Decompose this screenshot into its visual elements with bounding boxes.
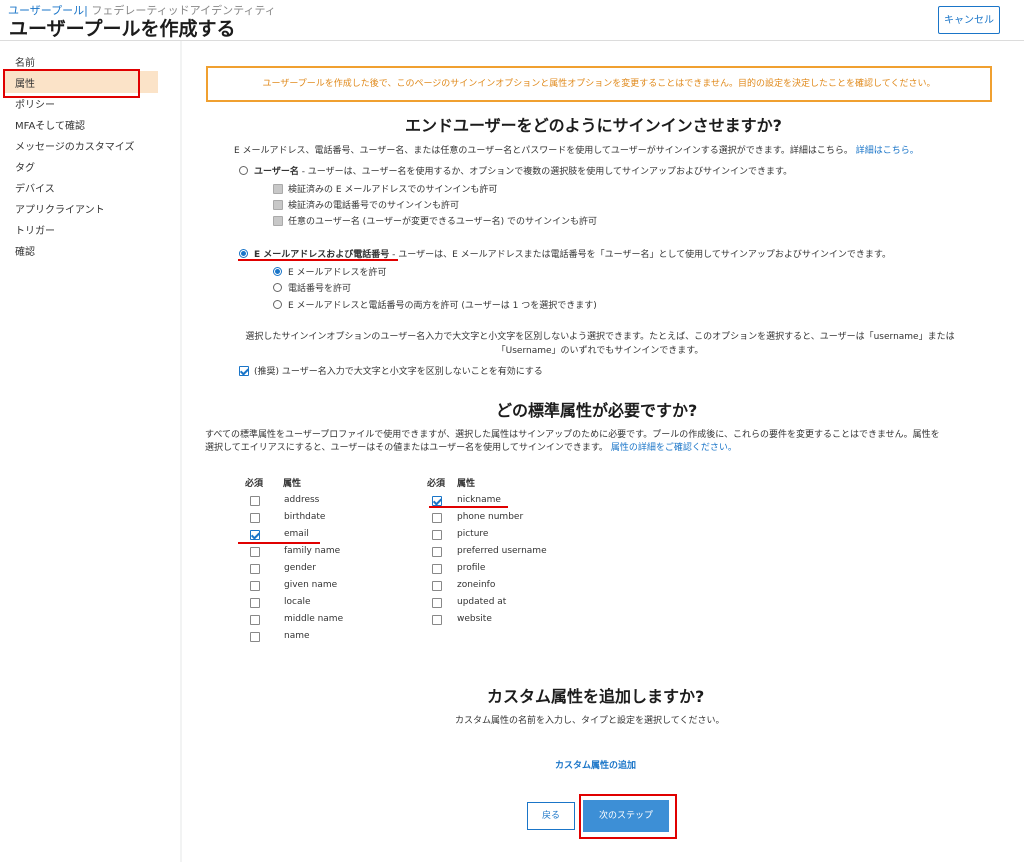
annotation-box-next-step [579, 794, 677, 839]
allow-verified-email-label: 検証済みの E メールアドレスでのサインインも許可 [288, 185, 498, 195]
warning-banner: ユーザープールを作成した後で、このページのサインインオプションと属性オプションを… [206, 66, 992, 102]
username-option-desc: - ユーザーは、ユーザー名を使用するか、オプションで複数の選択肢を使用してサイン… [298, 167, 793, 177]
attribute-family-name: family name [284, 546, 341, 556]
cancel-button[interactable]: キャンセル [938, 6, 1000, 34]
attribute-given-name: given name [284, 580, 338, 590]
case-note-line-1: 選択したサインインオプションのユーザー名入力で大文字と小文字を区別しないよう選択… [245, 332, 955, 342]
column-required-left: 必須 [245, 479, 264, 489]
allow-email-label: E メールアドレスを許可 [288, 268, 387, 278]
required-checkbox-address[interactable] [250, 496, 260, 506]
username-option-label: ユーザー名 [254, 167, 299, 177]
allow-both-radio[interactable] [273, 300, 282, 309]
required-checkbox-profile[interactable] [432, 564, 442, 574]
attribute-zoneinfo: zoneinfo [457, 580, 496, 590]
required-checkbox-updated-at[interactable] [432, 598, 442, 608]
attribute-nickname: nickname [457, 495, 501, 505]
custom-attributes-heading: カスタム属性を追加しますか? [487, 687, 705, 706]
custom-attributes-desc: カスタム属性の名前を入力し、タイプと設定を選択してください。 [455, 716, 725, 726]
attributes-intro-line-2: 選択してエイリアスにすると、ユーザーはその値またはユーザー名を使用してサインイン… [205, 440, 737, 453]
sidebar-item-name[interactable]: 名前 [15, 54, 35, 69]
attributes-intro-text: 選択してエイリアスにすると、ユーザーはその値またはユーザー名を使用してサインイン… [205, 443, 608, 453]
column-attribute-right: 属性 [457, 479, 476, 489]
column-required-right: 必須 [427, 479, 446, 489]
sidebar-item-review[interactable]: 確認 [15, 243, 35, 258]
required-checkbox-picture[interactable] [432, 530, 442, 540]
annotation-underline-nickname [429, 506, 508, 508]
page-title: ユーザープールを作成する [9, 18, 236, 40]
email-phone-radio[interactable] [239, 249, 248, 258]
attribute-email: email [284, 529, 309, 539]
case-sensitivity-note: 選択したサインインオプションのユーザー名入力で大文字と小文字を区別しないよう選択… [200, 330, 1000, 358]
add-custom-attribute-link[interactable]: カスタム属性の追加 [555, 758, 636, 771]
required-checkbox-middle-name[interactable] [250, 615, 260, 625]
required-checkbox-nickname[interactable] [432, 496, 442, 506]
attribute-phone-number: phone number [457, 512, 524, 522]
signin-heading: エンドユーザーをどのようにサインインさせますか? [405, 116, 782, 135]
annotation-underline-email-phone [238, 259, 398, 261]
required-checkbox-phone-number[interactable] [432, 513, 442, 523]
allow-verified-phone-label: 検証済みの電話番号でのサインインも許可 [288, 201, 460, 211]
required-checkbox-email[interactable] [250, 530, 260, 540]
required-checkbox-zoneinfo[interactable] [432, 581, 442, 591]
attribute-locale: locale [284, 597, 311, 607]
annotation-underline-email [238, 542, 320, 544]
attribute-name: name [284, 631, 310, 641]
learn-more-link[interactable]: 詳細はこちら。 [856, 146, 919, 156]
sidebar-item-triggers[interactable]: トリガー [15, 222, 55, 237]
required-checkbox-given-name[interactable] [250, 581, 260, 591]
required-checkbox-name[interactable] [250, 632, 260, 642]
attribute-address: address [284, 495, 320, 505]
required-checkbox-gender[interactable] [250, 564, 260, 574]
attributes-intro-line-1: すべての標準属性をユーザープロファイルで使用できますが、選択した属性はサインアッ… [205, 430, 940, 440]
attribute-preferred-username: preferred username [457, 546, 547, 556]
sidebar-item-messages[interactable]: メッセージのカスタマイズ [15, 138, 135, 153]
allow-phone-label: 電話番号を許可 [288, 284, 352, 294]
username-option: ユーザー名 - ユーザーは、ユーザー名を使用するか、オプションで複数の選択肢を使… [254, 164, 792, 177]
allow-phone-radio[interactable] [273, 283, 282, 292]
case-note-line-2: 「Username」のいずれでもサインインできます。 [496, 346, 704, 356]
attribute-gender: gender [284, 563, 316, 573]
email-phone-option-desc: - ユーザーは、E メールアドレスまたは電話番号を「ユーザー名」として使用してサ… [389, 250, 892, 260]
attribute-profile: profile [457, 563, 486, 573]
back-button[interactable]: 戻る [527, 802, 575, 830]
attributes-details-link[interactable]: 属性の詳細をご確認ください。 [611, 443, 737, 453]
allow-preferred-username-checkbox[interactable] [273, 216, 283, 226]
required-checkbox-preferred-username[interactable] [432, 547, 442, 557]
attribute-website: website [457, 614, 492, 624]
sidebar-item-app-clients[interactable]: アプリクライアント [15, 201, 105, 216]
annotation-box-attributes [3, 69, 140, 98]
required-checkbox-birthdate[interactable] [250, 513, 260, 523]
required-checkbox-website[interactable] [432, 615, 442, 625]
page-header: ユーザープール| フェデレーティッドアイデンティティ ユーザープールを作成する … [0, 0, 1024, 41]
attribute-middle-name: middle name [284, 614, 344, 624]
allow-preferred-username-label: 任意のユーザー名 (ユーザーが変更できるユーザー名) でのサインインも許可 [288, 217, 598, 227]
sidebar-item-policies[interactable]: ポリシー [15, 96, 55, 111]
allow-verified-email-checkbox[interactable] [273, 184, 283, 194]
allow-email-radio[interactable] [273, 267, 282, 276]
allow-both-label: E メールアドレスと電話番号の両方を許可 (ユーザーは 1 つを選択できます) [288, 301, 597, 311]
attribute-updated-at: updated at [457, 597, 507, 607]
sidebar-item-devices[interactable]: デバイス [15, 180, 55, 195]
attribute-birthdate: birthdate [284, 512, 326, 522]
sidebar-item-mfa[interactable]: MFAそして確認 [15, 117, 85, 132]
attributes-heading: どの標準属性が必要ですか? [496, 401, 698, 420]
attribute-picture: picture [457, 529, 489, 539]
column-attribute-left: 属性 [283, 479, 302, 489]
allow-verified-phone-checkbox[interactable] [273, 200, 283, 210]
sidebar-item-tags[interactable]: タグ [15, 159, 35, 174]
case-insensitive-checkbox[interactable] [239, 366, 249, 376]
case-insensitive-label: (推奨) ユーザー名入力で大文字と小文字を区別しないことを有効にする [254, 367, 543, 377]
username-radio[interactable] [239, 166, 248, 175]
required-checkbox-locale[interactable] [250, 598, 260, 608]
signin-intro: E メールアドレス、電話番号、ユーザー名、または任意のユーザー名とパスワードを使… [234, 143, 919, 156]
required-checkbox-family-name[interactable] [250, 547, 260, 557]
signin-intro-text: E メールアドレス、電話番号、ユーザー名、または任意のユーザー名とパスワードを使… [234, 146, 853, 156]
